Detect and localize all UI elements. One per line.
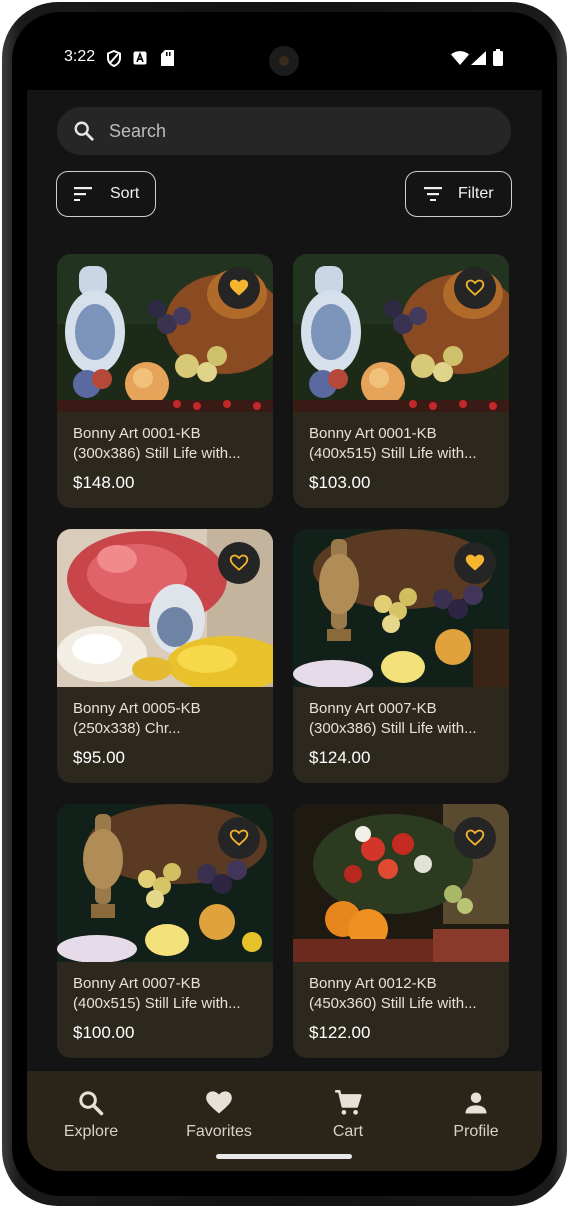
favorite-button[interactable]	[454, 542, 496, 584]
nav-explore-label: Explore	[63, 1123, 119, 1140]
sort-icon	[74, 187, 92, 201]
product-card[interactable]: Bonny Art 0005-KB (250x338) Chr... $95.0…	[57, 529, 273, 783]
product-price: $148.00	[73, 473, 135, 492]
heart-outline-icon	[465, 829, 485, 846]
favorite-button[interactable]	[218, 542, 260, 584]
status-time: 3:22	[64, 48, 96, 65]
app-notification-icon	[133, 51, 147, 65]
favorite-button[interactable]	[454, 817, 496, 859]
sort-label: Sort	[110, 185, 140, 202]
heart-icon	[206, 1091, 232, 1114]
sd-card-icon	[161, 50, 174, 66]
vpn-shield-icon	[107, 50, 121, 67]
product-title: Bonny Art 0012-KB (450x360) Still Life w…	[309, 975, 477, 1012]
favorite-button[interactable]	[454, 267, 496, 309]
product-card[interactable]: Bonny Art 0007-KB (400x515) Still Life w…	[57, 804, 273, 1058]
sort-button[interactable]: Sort	[56, 171, 156, 217]
heart-outline-icon	[229, 554, 249, 571]
nav-cart-label: Cart	[332, 1123, 364, 1140]
nav-explore[interactable]: Explore	[27, 1071, 155, 1171]
product-title: Bonny Art 0007-KB (300x386) Still Life w…	[309, 700, 477, 737]
filter-label: Filter	[458, 185, 494, 202]
product-price: $95.00	[73, 748, 125, 767]
search-icon	[79, 1091, 104, 1116]
favorite-button[interactable]	[218, 267, 260, 309]
product-card[interactable]: Bonny Art 0001-KB (400x515) Still Life w…	[293, 254, 509, 508]
battery-icon	[493, 49, 503, 66]
nav-profile[interactable]: Profile	[412, 1071, 540, 1171]
person-icon	[465, 1092, 487, 1114]
product-title: Bonny Art 0005-KB (250x338) Chr...	[73, 700, 201, 737]
app-screen: 3:22 Search Sort Filter Bonny Art 0001-K…	[27, 26, 542, 1171]
favorite-button[interactable]	[218, 817, 260, 859]
heart-filled-icon	[465, 554, 485, 571]
product-title: Bonny Art 0001-KB (400x515) Still Life w…	[309, 425, 477, 462]
product-title: Bonny Art 0007-KB (400x515) Still Life w…	[73, 975, 241, 1012]
status-bar: 3:22	[27, 26, 542, 90]
filter-icon	[424, 187, 442, 201]
nav-favorites-label: Favorites	[186, 1123, 252, 1140]
front-camera	[269, 46, 299, 76]
wifi-icon	[451, 51, 469, 65]
product-price: $124.00	[309, 748, 371, 767]
cart-icon	[335, 1090, 362, 1115]
nav-profile-label: Profile	[453, 1123, 499, 1140]
signal-icon	[471, 51, 486, 65]
search-bar[interactable]: Search	[57, 107, 511, 155]
product-card[interactable]: Bonny Art 0001-KB (300x386) Still Life w…	[57, 254, 273, 508]
search-icon	[74, 121, 94, 141]
gesture-home-bar[interactable]	[216, 1154, 352, 1159]
filter-button[interactable]: Filter	[405, 171, 512, 217]
product-price: $100.00	[73, 1023, 135, 1042]
heart-outline-icon	[465, 279, 485, 296]
heart-filled-icon	[229, 279, 249, 296]
product-title: Bonny Art 0001-KB (300x386) Still Life w…	[73, 425, 241, 462]
product-card[interactable]: Bonny Art 0007-KB (300x386) Still Life w…	[293, 529, 509, 783]
product-card[interactable]: Bonny Art 0012-KB (450x360) Still Life w…	[293, 804, 509, 1058]
product-price: $103.00	[309, 473, 371, 492]
product-price: $122.00	[309, 1023, 371, 1042]
search-input[interactable]: Search	[109, 121, 166, 142]
heart-outline-icon	[229, 829, 249, 846]
